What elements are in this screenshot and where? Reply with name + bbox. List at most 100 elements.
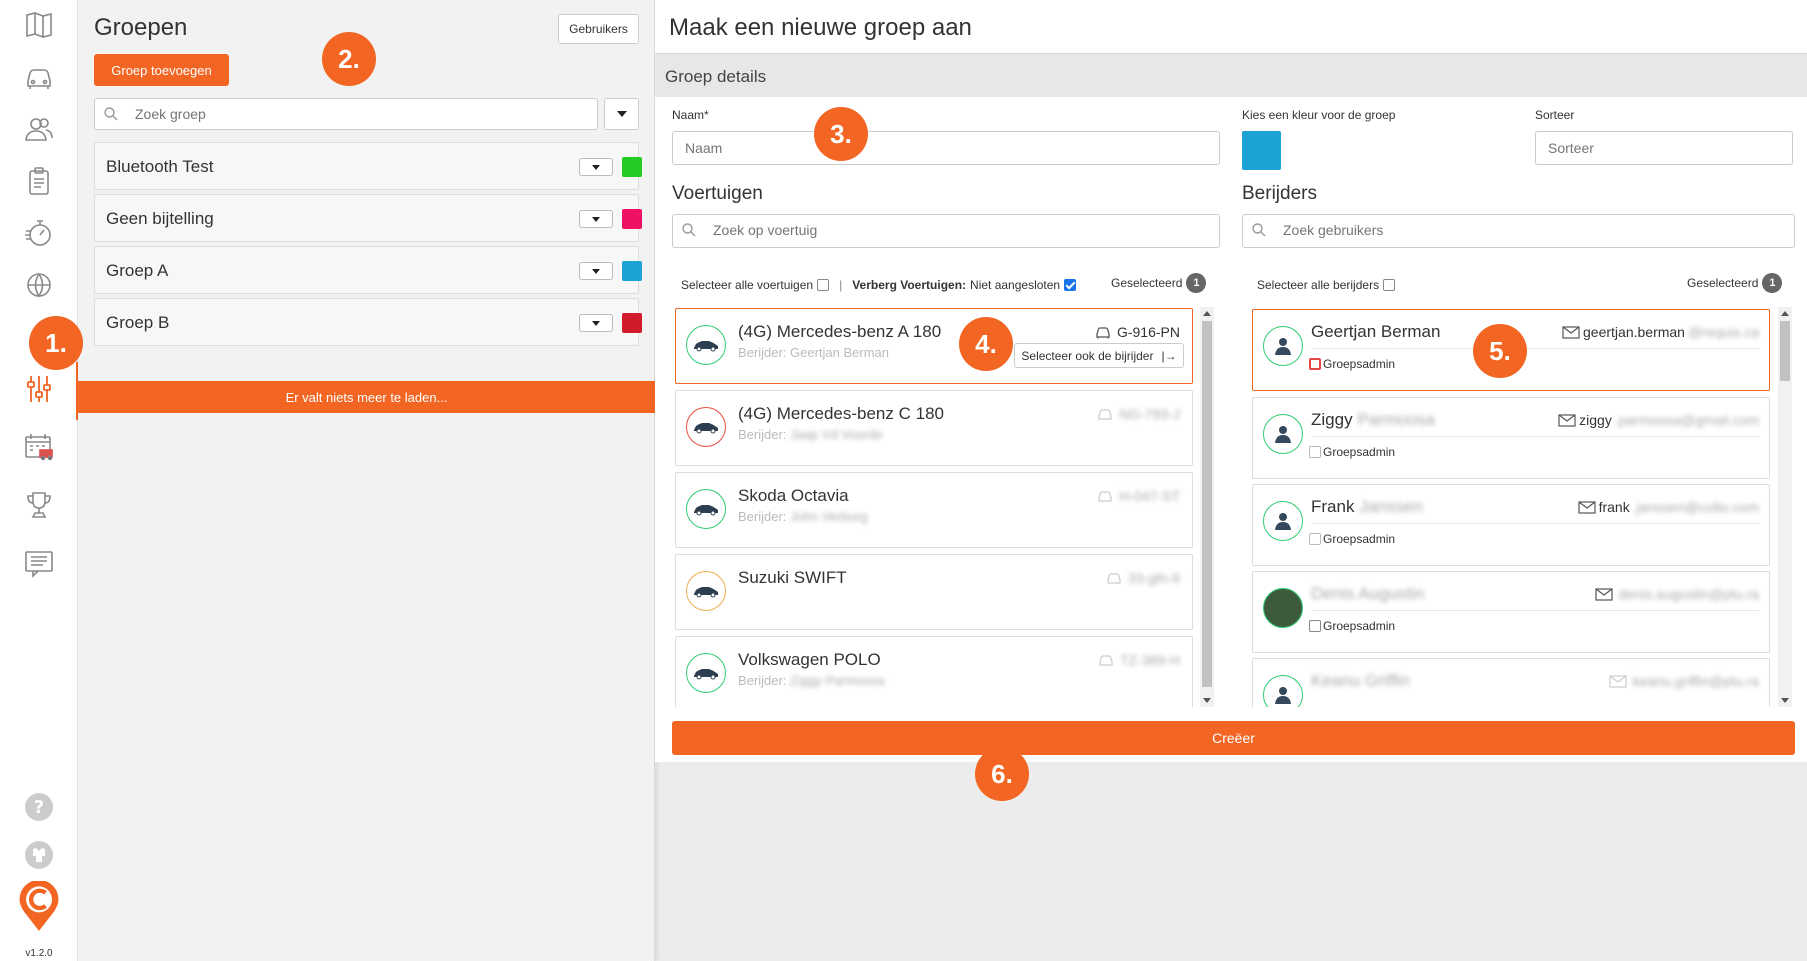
group-menu-button[interactable] — [579, 158, 613, 176]
scroll-down-icon[interactable] — [1203, 698, 1211, 703]
car-front-icon — [1099, 655, 1113, 666]
vehicle-card[interactable]: (4G) Mercedes-benz A 180 Berijder: Geert… — [675, 308, 1193, 384]
group-row[interactable]: Groep B — [94, 298, 642, 346]
vehicle-select-all[interactable]: Selecteer alle voertuigen | Verberg Voer… — [681, 278, 1077, 292]
chevron-down-icon — [616, 111, 627, 117]
scroll-down-icon[interactable] — [1781, 698, 1789, 703]
divider — [1311, 436, 1759, 437]
group-color-swatch — [622, 209, 642, 229]
group-color-swatch — [622, 313, 642, 333]
calendar-truck-icon[interactable] — [22, 430, 56, 464]
group-color-swatch — [622, 261, 642, 281]
vehicle-search[interactable] — [672, 214, 1220, 248]
select-driver-button[interactable]: Selecteer ook de bijrijder |→ — [1014, 343, 1184, 368]
map-icon[interactable] — [22, 8, 56, 42]
hide-vehicles-label: Verberg Voertuigen: — [852, 278, 967, 292]
scroll-thumb[interactable] — [1780, 321, 1790, 381]
group-admin-checkbox[interactable] — [1309, 358, 1321, 370]
vehicle-driver: Berijder: John Verburg — [738, 509, 868, 524]
car-front-icon — [1098, 409, 1112, 420]
select-driver-label: Selecteer ook de bijrijder — [1021, 348, 1154, 363]
scroll-up-icon[interactable] — [1781, 311, 1789, 316]
select-all-vehicles-checkbox[interactable] — [817, 279, 830, 291]
driver-name: Ziggy Parmoosa — [1311, 410, 1435, 429]
group-row[interactable]: Geen bijtelling — [94, 194, 642, 242]
sort-field[interactable] — [1535, 131, 1793, 165]
group-admin-label: Groepsadmin — [1323, 357, 1396, 371]
driver-search-input[interactable] — [1283, 215, 1724, 245]
name-field[interactable] — [672, 131, 1220, 165]
hide-vehicles-checkbox[interactable] — [1064, 279, 1077, 291]
group-admin-toggle[interactable]: Groepsadmin — [1309, 445, 1395, 459]
car-icon — [686, 653, 726, 693]
driver-card[interactable]: Ziggy Parmoosa ziggy .parmoosa@gmail.com … — [1252, 397, 1770, 479]
mail-icon — [1558, 413, 1576, 427]
vehicle-card[interactable]: Suzuki SWIFT 33-gth-8 — [675, 554, 1193, 630]
settings-icon[interactable] — [22, 838, 56, 872]
help-icon[interactable]: ? — [22, 790, 56, 824]
group-row[interactable]: Groep A — [94, 246, 642, 294]
driver-card[interactable]: Frank Janssen frank .janssen@colto.com Gr… — [1252, 484, 1770, 566]
group-menu-button[interactable] — [579, 262, 613, 280]
driver-scrollbar[interactable] — [1778, 307, 1792, 707]
group-search[interactable] — [94, 98, 598, 130]
step-marker-6: 6. — [975, 747, 1029, 801]
group-menu-button[interactable] — [579, 314, 613, 332]
clipboard-icon[interactable] — [22, 164, 56, 198]
vehicle-plate: 33-gth-8 — [1106, 570, 1180, 586]
scroll-up-icon[interactable] — [1203, 311, 1211, 316]
vehicle-scrollbar[interactable] — [1200, 307, 1214, 707]
car-icon[interactable] — [22, 60, 56, 94]
user-icon — [1263, 501, 1303, 541]
search-icon — [104, 107, 118, 121]
group-admin-checkbox[interactable] — [1309, 620, 1321, 632]
group-admin-toggle[interactable]: Groepsadmin — [1309, 532, 1395, 546]
group-filter-dropdown[interactable] — [604, 98, 639, 130]
create-button[interactable]: Creëer — [672, 721, 1795, 755]
page-title: Maak een nieuwe groep aan — [669, 14, 972, 41]
group-name: Groep B — [106, 313, 170, 332]
select-all-drivers-checkbox[interactable] — [1383, 279, 1396, 291]
group-admin-checkbox[interactable] — [1309, 533, 1321, 545]
name-input[interactable] — [673, 132, 1219, 164]
stopwatch-icon[interactable] — [22, 216, 56, 250]
group-search-input[interactable] — [135, 99, 537, 129]
add-group-button[interactable]: Groep toevoegen — [94, 54, 229, 86]
message-icon[interactable] — [22, 546, 56, 580]
mail-icon — [1577, 500, 1596, 514]
sliders-icon[interactable] — [22, 372, 56, 406]
vehicle-search-input[interactable] — [713, 215, 1150, 245]
group-row[interactable]: Bluetooth Test — [94, 142, 642, 190]
group-admin-toggle[interactable]: Groepsadmin — [1309, 357, 1395, 371]
driver-select-all[interactable]: Selecteer alle berijders — [1257, 278, 1396, 292]
car-icon — [686, 489, 726, 529]
car-icon — [686, 325, 726, 365]
user-icon — [1263, 675, 1303, 707]
divider — [1311, 523, 1759, 524]
vehicle-card[interactable]: (4G) Mercedes-benz C 180 Berijder: Jaap … — [675, 390, 1193, 466]
globe-icon[interactable] — [22, 268, 56, 302]
group-admin-toggle[interactable]: Groepsadmin — [1309, 619, 1395, 633]
driver-card[interactable]: Denis Augustin denis.augustin@ptu.ra Gro… — [1252, 571, 1770, 653]
sort-input[interactable] — [1536, 132, 1792, 164]
vehicle-plate: NG-793-J — [1097, 406, 1180, 422]
driver-name: Keanu Griffin — [1311, 671, 1410, 690]
vehicle-card[interactable]: Skoda Octavia Berijder: John Verburg H-0… — [675, 472, 1193, 548]
users-button[interactable]: Gebruikers — [558, 14, 639, 44]
trophy-icon[interactable] — [22, 488, 56, 522]
arrow-in-icon: |→ — [1161, 348, 1177, 363]
vehicles-title: Voertuigen — [672, 183, 763, 204]
driver-card[interactable]: Keanu Griffin keanu.griffin@ptu.ra — [1252, 658, 1770, 707]
drivers-selected-count: Geselecteerd 1 — [1687, 273, 1783, 293]
group-name: Groep A — [106, 261, 169, 280]
color-picker[interactable] — [1242, 131, 1281, 170]
load-more-bar[interactable]: Er valt niets meer te laden... — [78, 381, 655, 413]
vehicle-card[interactable]: Volkswagen POLO Berijder: Ziggy Parmoosa… — [675, 636, 1193, 707]
users-icon[interactable] — [22, 112, 56, 146]
sort-label: Sorteer — [1535, 108, 1575, 122]
scroll-thumb[interactable] — [1202, 321, 1212, 687]
vehicle-plate: G-916-PN — [1095, 324, 1180, 340]
group-admin-checkbox[interactable] — [1309, 446, 1321, 458]
group-menu-button[interactable] — [579, 210, 613, 228]
driver-search[interactable] — [1242, 214, 1795, 248]
